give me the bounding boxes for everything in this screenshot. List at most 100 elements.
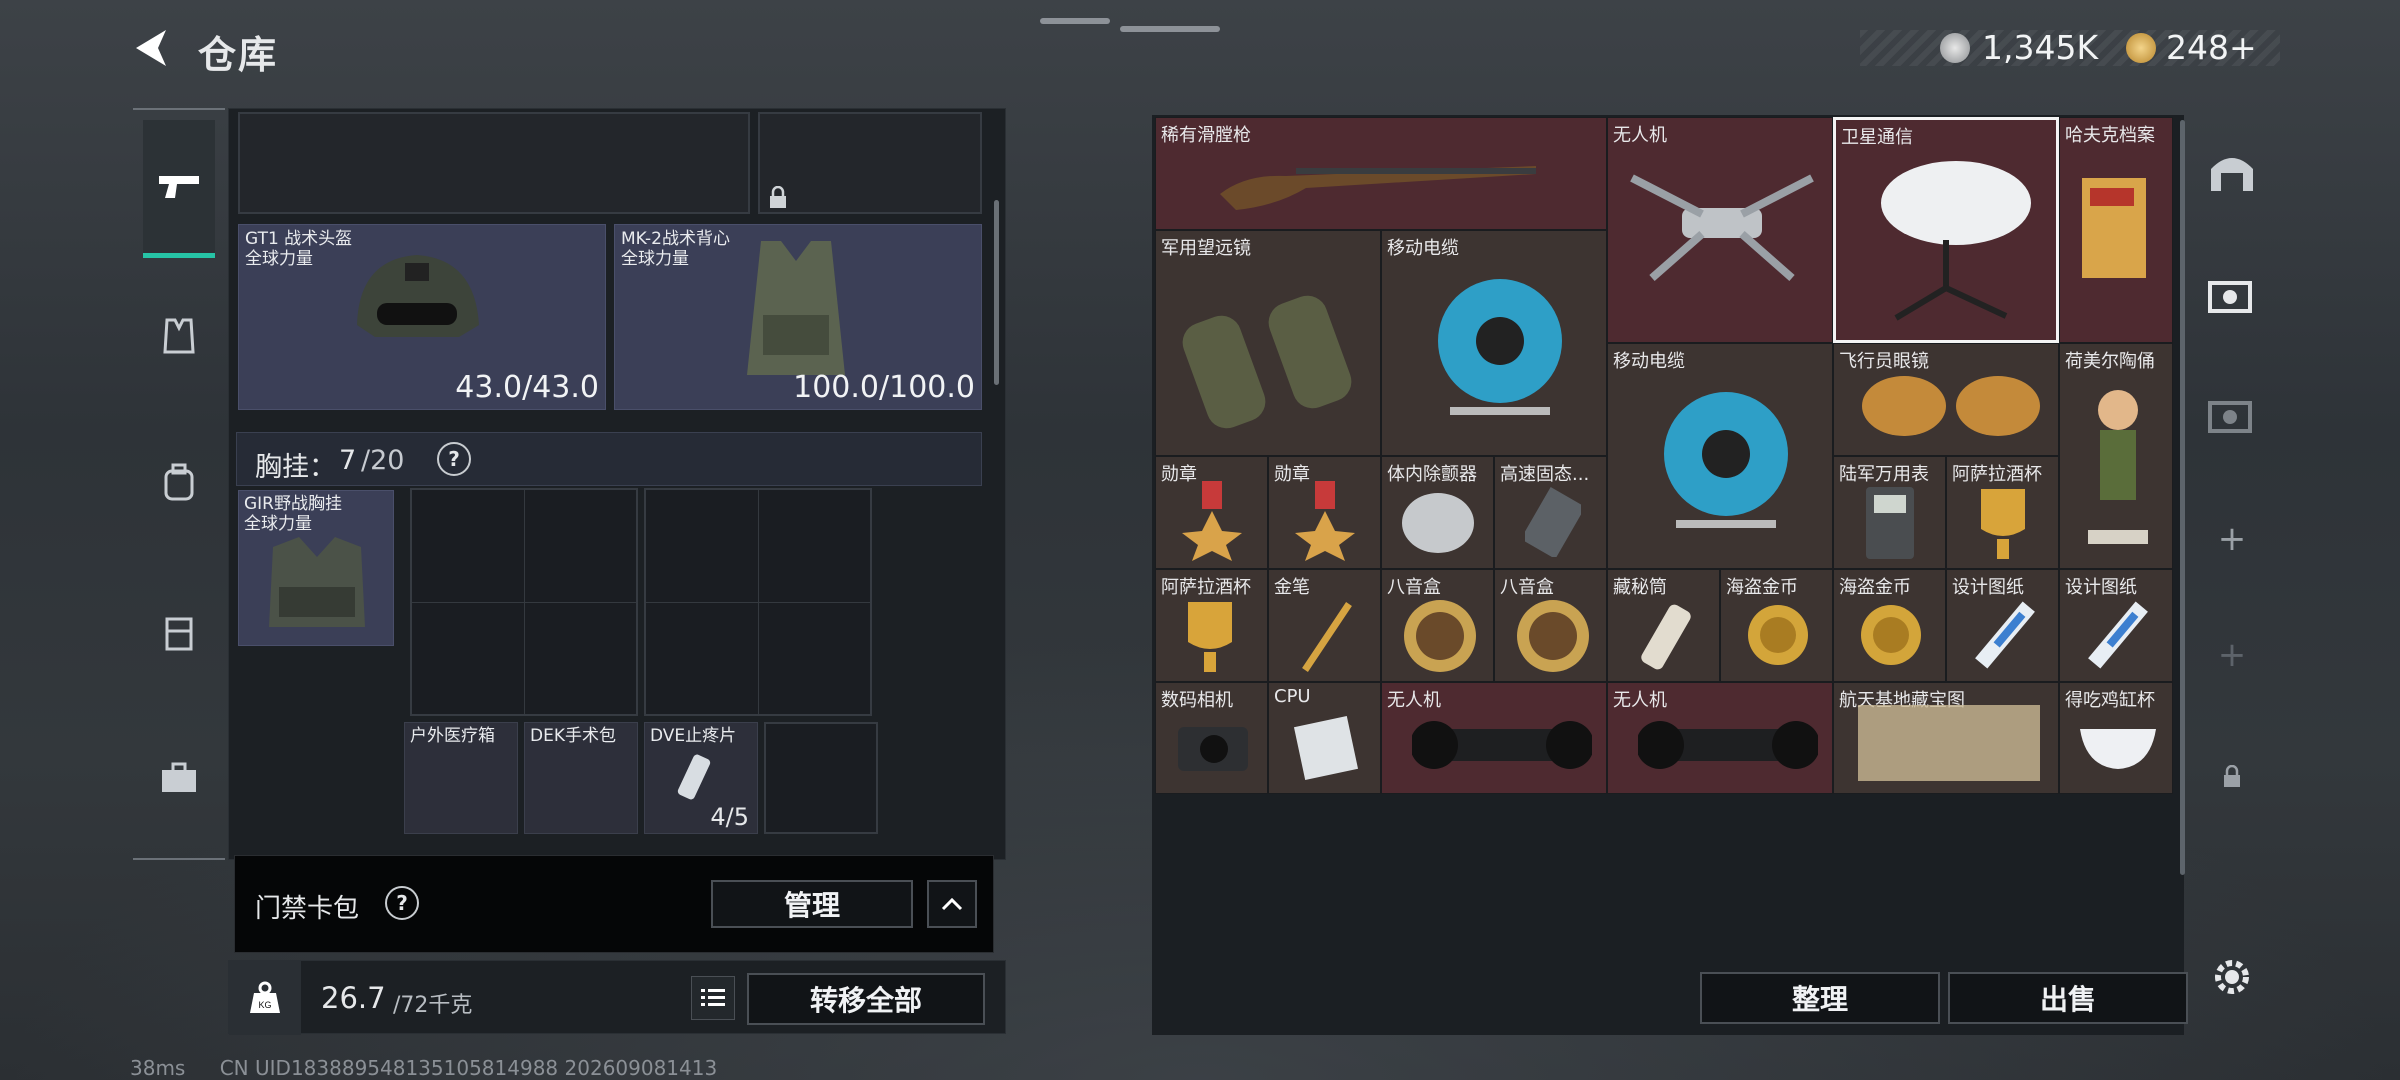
drone-image (1630, 174, 1814, 282)
settings-button[interactable] (2200, 945, 2264, 1009)
stash-item[interactable]: 哈夫克档案 (2059, 117, 2173, 343)
ping-text: 38ms (130, 1056, 186, 1080)
grid-divider (646, 602, 870, 603)
case-icon (165, 617, 193, 651)
stash-item[interactable]: 体内除颤器 (1381, 456, 1494, 569)
camera-image (1178, 727, 1248, 771)
stash-item[interactable]: 海盗金币 (1720, 569, 1833, 682)
sort-button[interactable]: 整理 (1700, 972, 1940, 1024)
stash-page-3[interactable] (2200, 383, 2264, 447)
sell-button[interactable]: 出售 (1948, 972, 2188, 1024)
rig-item-slot[interactable]: 户外医疗箱 (404, 722, 518, 834)
stash-item[interactable]: 移动电缆 (1607, 343, 1833, 569)
chest-rig-image (269, 537, 365, 627)
music-box-image (1517, 600, 1589, 672)
back-button[interactable] (130, 26, 180, 70)
item-label: 得吃鸡缸杯 (2065, 690, 2155, 711)
stash-item[interactable]: 勋章 (1268, 456, 1381, 569)
gold-coin-item-image (1861, 605, 1921, 665)
stash-item[interactable]: 陆军万用表 (1833, 456, 1946, 569)
help-icon[interactable]: ? (437, 442, 471, 476)
stash-item[interactable]: 高速固态... (1494, 456, 1607, 569)
stash-item[interactable]: 军用望远镜 (1155, 230, 1381, 456)
help-icon[interactable]: ? (385, 886, 419, 920)
left-scrollbar[interactable] (994, 200, 999, 385)
stash-item[interactable]: 荷美尔陶俑 (2059, 343, 2173, 569)
list-view-button[interactable] (691, 976, 735, 1020)
treasure-map-image (1858, 705, 2040, 781)
item-label: 海盗金币 (1839, 577, 1911, 598)
transfer-all-button[interactable]: 转移全部 (747, 973, 985, 1025)
stash-page-2[interactable] (2200, 263, 2264, 327)
add-page-plus-icon[interactable]: + (2200, 507, 2264, 571)
stash-item[interactable]: 数码相机 (1155, 682, 1268, 794)
helmet-name: GT1 战术头盔 (245, 229, 353, 249)
rig-empty-slot[interactable] (764, 722, 878, 834)
helmet-image (357, 255, 479, 337)
rig-item-slot[interactable]: DVE止疼片 4/5 (644, 722, 758, 834)
helmet-brand: 全球力量 (245, 249, 313, 269)
stash-item[interactable]: 阿萨拉酒杯 (1155, 569, 1268, 682)
weight-bar: KG 26.7 /72千克 转移全部 (228, 960, 1006, 1035)
stash-item[interactable]: 无人机 (1381, 682, 1607, 794)
locked-page[interactable] (2200, 745, 2264, 809)
chest-rig-slot[interactable]: GIR野战胸挂 全球力量 (238, 490, 394, 646)
medal-image (1182, 481, 1242, 561)
stash-grid: 稀有滑膛枪 无人机 卫星通信 哈夫克档案 军用望远镜 移动电缆 移动电缆 飞行员… (1155, 117, 2173, 794)
stash-item[interactable]: 飞行员眼镜 (1833, 343, 2059, 456)
aviator-glasses-image (1862, 376, 2040, 436)
tab-vest[interactable] (143, 300, 215, 372)
stash-item[interactable]: 稀有滑膛枪 (1155, 117, 1607, 230)
toolbox-icon (162, 762, 196, 792)
stash-item[interactable]: 海盗金币 (1833, 569, 1946, 682)
stash-item[interactable]: 藏秘筒 (1607, 569, 1720, 682)
money-icon (1940, 33, 1970, 63)
tab-backpack[interactable] (143, 446, 215, 518)
item-label: 哈夫克档案 (2065, 125, 2155, 146)
tab-weapons[interactable] (143, 120, 215, 258)
stash-item[interactable]: 设计图纸 (2059, 569, 2173, 682)
tab-toolbox[interactable] (143, 742, 215, 814)
rig-item-slot[interactable]: DEK手术包 (524, 722, 638, 834)
ceiling-light (1040, 18, 1110, 24)
armor-image (747, 241, 845, 375)
stash-item[interactable]: 无人机 (1607, 117, 1833, 343)
item-label: CPU (1274, 686, 1311, 707)
bowl-image (2080, 729, 2156, 769)
stash-item[interactable]: 金笔 (1268, 569, 1381, 682)
stash-item[interactable]: 阿萨拉酒杯 (1946, 456, 2059, 569)
page-title: 仓库 (198, 33, 279, 77)
warehouse-icon (2211, 158, 2253, 191)
secondary-slot-locked[interactable] (758, 112, 982, 214)
gold-amount[interactable]: 248+ (2166, 28, 2257, 67)
helmet-slot[interactable]: GT1 战术头盔 全球力量 43.0/43.0 (238, 224, 606, 410)
stash-scrollbar[interactable] (2180, 120, 2185, 875)
item-label: 卫星通信 (1841, 127, 1913, 148)
stash-item[interactable]: 设计图纸 (1946, 569, 2059, 682)
collapse-button[interactable] (927, 880, 977, 928)
armor-slot[interactable]: MK-2战术背心 全球力量 100.0/100.0 (614, 224, 982, 410)
stash-item-selected[interactable]: 卫星通信 (1833, 117, 2059, 343)
add-page-plus-icon[interactable]: + (2200, 623, 2264, 687)
stash-item[interactable]: 无人机 (1607, 682, 1833, 794)
item-label: 移动电缆 (1613, 351, 1685, 372)
stash-item[interactable]: 八音盒 (1494, 569, 1607, 682)
chest-rig-used: 7 (339, 445, 357, 476)
stash-item[interactable]: 八音盒 (1381, 569, 1494, 682)
chest-rig-label: 胸挂： (255, 452, 336, 483)
goblet-image (1981, 489, 2025, 559)
manage-button[interactable]: 管理 (711, 880, 913, 928)
stash-item[interactable]: 勋章 (1155, 456, 1268, 569)
tab-case[interactable] (143, 596, 215, 668)
cable-reel-image (1664, 392, 1788, 528)
stash-page-main[interactable] (2200, 139, 2264, 203)
stash-item[interactable]: 得吃鸡缸杯 (2059, 682, 2173, 794)
stash-item[interactable]: 移动电缆 (1381, 230, 1607, 456)
item-label: 体内除颤器 (1387, 464, 1477, 485)
primary-weapon-slot[interactable] (238, 112, 750, 214)
category-tabs (133, 108, 225, 860)
uid-text: CN UID183889548135105814988 202609081413 (219, 1056, 718, 1080)
musket-image (1220, 166, 1536, 210)
stash-item[interactable]: 航天基地藏宝图 (1833, 682, 2059, 794)
stash-item[interactable]: CPU (1268, 682, 1381, 794)
